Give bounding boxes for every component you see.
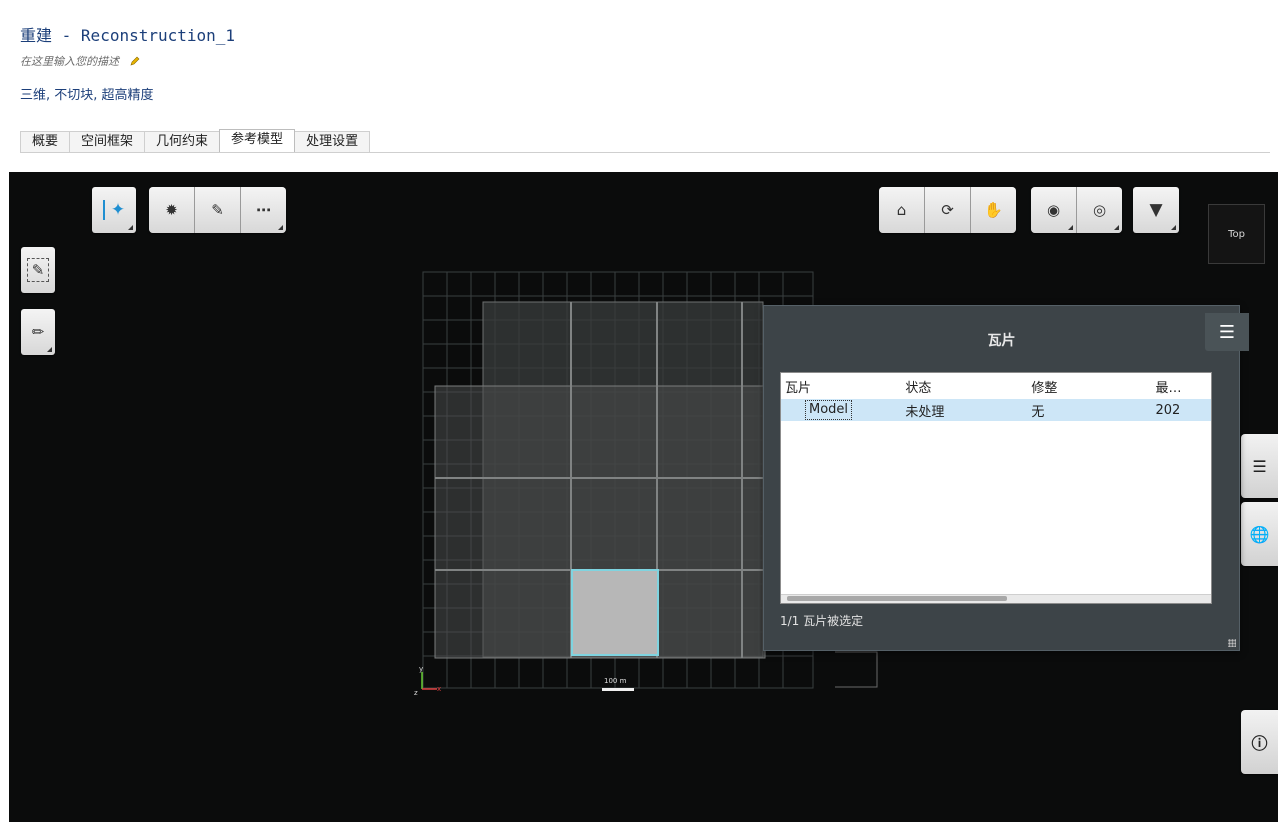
- selection-status: 1/1 瓦片被选定: [780, 614, 864, 628]
- horizontal-scrollbar[interactable]: [781, 594, 1211, 603]
- annotate-button[interactable]: ✎: [21, 247, 55, 293]
- tiles-panel: 瓦片 ☰ 瓦片 状态 修整 最… Model 未处理 无 202 1/1 瓦片被…: [763, 305, 1249, 651]
- view-cube[interactable]: Top: [1208, 204, 1265, 264]
- cell-tile: Model: [805, 400, 853, 420]
- pan-hand-icon: ✋: [984, 201, 1003, 219]
- tiles-table[interactable]: 瓦片 状态 修整 最… Model 未处理 无 202: [780, 372, 1212, 604]
- edit-pen-button[interactable]: ✎: [195, 187, 240, 233]
- measure-ruler-icon: ✏: [31, 323, 45, 341]
- select-tool-button[interactable]: ✦: [92, 187, 136, 233]
- scale-bar: [602, 688, 634, 691]
- navigation-toolbar: ⌂ ⟳ ✋: [879, 187, 1016, 233]
- tab-processing-settings[interactable]: 处理设置: [294, 131, 371, 152]
- table-row[interactable]: Model 未处理 无 202: [781, 399, 1211, 421]
- more-icon: ⋯: [256, 201, 271, 219]
- home-view-button[interactable]: ⌂: [879, 187, 924, 233]
- pan-button[interactable]: ✋: [971, 187, 1016, 233]
- cell-trim: 无: [1031, 404, 1045, 420]
- tab-reference-model[interactable]: 参考模型: [219, 129, 296, 152]
- orbit-icon: ⟳: [941, 201, 954, 219]
- selected-tile[interactable]: [571, 569, 659, 656]
- layers-icon: ☰: [1252, 456, 1267, 476]
- view-toolbar: ◉ ◎: [1031, 187, 1122, 233]
- panel-menu-button[interactable]: ☰: [1205, 313, 1249, 351]
- table-header: 瓦片 状态 修整 最…: [781, 373, 1211, 399]
- scale-label: 100 m: [604, 677, 627, 685]
- axis-gizmo: [421, 672, 437, 690]
- panel-title: 瓦片: [987, 333, 1016, 349]
- cell-status: 未处理: [905, 404, 945, 420]
- axis-x-label: x: [437, 685, 442, 693]
- edit-toolbar: ✹ ✎ ⋯: [149, 187, 286, 233]
- column-header-status[interactable]: 状态: [905, 377, 1031, 396]
- description-field[interactable]: 在这里输入您的描述: [20, 53, 141, 69]
- axis-y-label: y: [419, 665, 424, 673]
- tab-overview[interactable]: 概要: [20, 131, 71, 152]
- globe-tab[interactable]: 🌐: [1241, 502, 1278, 566]
- orbit-button[interactable]: ⟳: [925, 187, 970, 233]
- tab-spatial-framework[interactable]: 空间框架: [69, 131, 146, 152]
- tab-bar: 概要 空间框架 几何约束 参考模型 处理设置: [20, 129, 371, 153]
- 3d-viewport[interactable]: 100 m y z x ✦ ✹ ✎ ⋯ ✎ ✏ ⌂ ⟳ ✋ ◉ ◎ ▼ Top …: [9, 172, 1278, 822]
- axis-z-label: z: [414, 689, 418, 697]
- column-header-tile[interactable]: 瓦片: [781, 377, 905, 396]
- edit-pen-icon: ✎: [211, 201, 224, 219]
- column-header-last[interactable]: 最…: [1155, 377, 1211, 396]
- header-area: 重建 - Reconstruction_1 在这里输入您的描述 三维, 不切块,…: [0, 0, 1278, 172]
- scrollbar-thumb[interactable]: [787, 596, 1007, 601]
- info-tab[interactable]: ⓘ: [1241, 710, 1278, 774]
- cell-last: 202: [1155, 402, 1181, 418]
- filter-button[interactable]: ▼: [1133, 187, 1179, 233]
- filter-icon: ▼: [1149, 200, 1163, 220]
- tile-bound-outline: [835, 651, 878, 688]
- home-icon: ⌂: [896, 201, 907, 219]
- tab-geometric-constraints[interactable]: 几何约束: [144, 131, 221, 152]
- info-icon: ⓘ: [1251, 734, 1268, 753]
- globe-icon: 🌐: [1249, 524, 1270, 544]
- description-placeholder: 在这里输入您的描述: [20, 55, 119, 68]
- reconstruction-summary: 三维, 不切块, 超高精度: [20, 88, 154, 103]
- focus-button[interactable]: ◉: [1031, 187, 1076, 233]
- annotate-icon: ✎: [26, 258, 50, 282]
- more-tools-button[interactable]: ⋯: [241, 187, 286, 233]
- brush-select-icon: ✹: [165, 201, 178, 219]
- layers-tab[interactable]: ☰: [1241, 434, 1278, 498]
- brush-select-button[interactable]: ✹: [149, 187, 194, 233]
- list-menu-icon: ☰: [1218, 321, 1236, 343]
- column-header-trim[interactable]: 修整: [1031, 377, 1155, 396]
- select-arrow-icon: ✦: [102, 200, 125, 220]
- resize-grip[interactable]: [1228, 639, 1236, 647]
- measure-button[interactable]: ✏: [21, 309, 55, 355]
- visibility-button[interactable]: ◎: [1077, 187, 1122, 233]
- visibility-eye-icon: ◎: [1092, 201, 1107, 219]
- focus-icon: ◉: [1046, 201, 1061, 219]
- page-title: 重建 - Reconstruction_1: [20, 26, 236, 45]
- pencil-icon[interactable]: [129, 55, 141, 67]
- tab-divider: [20, 152, 1270, 153]
